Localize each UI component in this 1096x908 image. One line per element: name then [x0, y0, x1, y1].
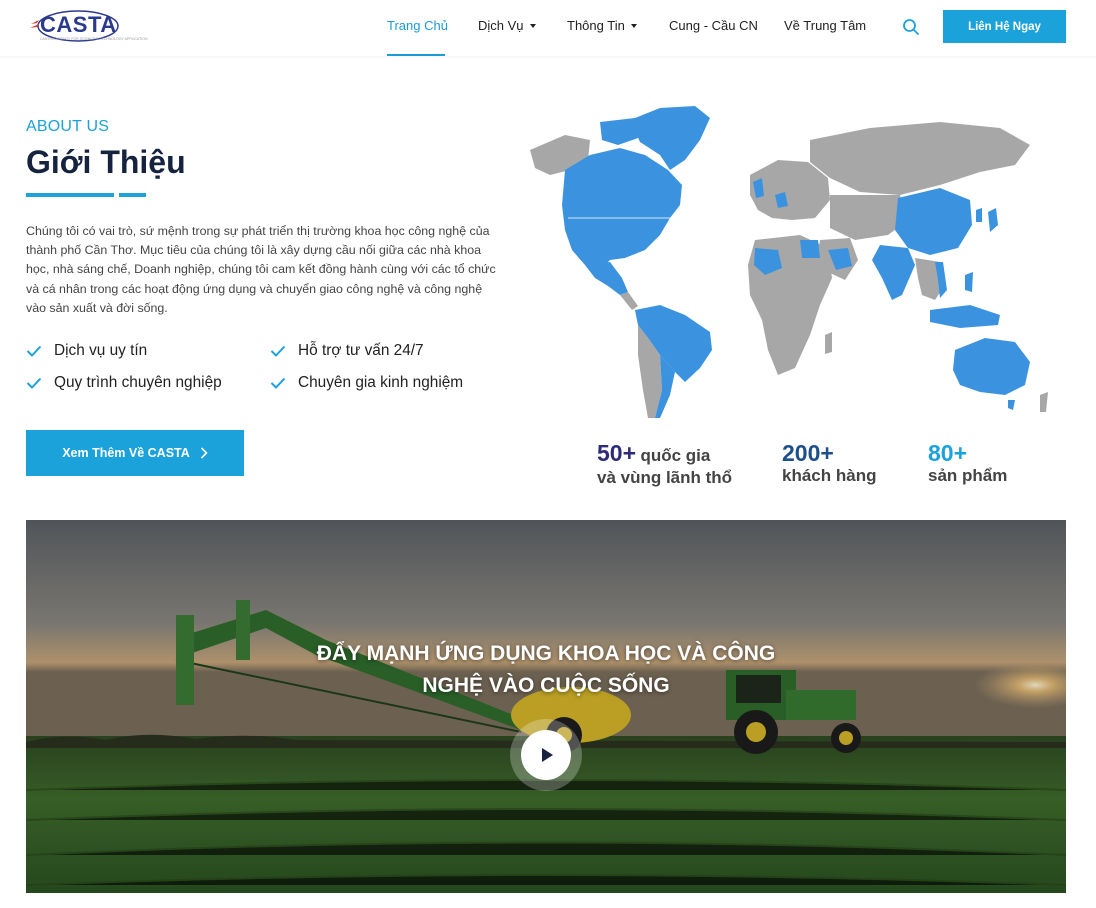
stat-countries: 50+ quốc gia và vùng lãnh thổ	[597, 441, 732, 489]
feature-item: Quy trình chuyên nghiệp	[26, 374, 222, 392]
map-central-america	[620, 292, 638, 310]
nav-supply-demand[interactable]: Cung - Cầu CN	[669, 18, 758, 33]
chevron-down-icon	[630, 23, 637, 28]
map-north-america	[562, 148, 682, 272]
title-underline-long	[26, 193, 114, 197]
chevron-down-icon	[529, 23, 536, 28]
map-india	[872, 245, 915, 300]
nav-home[interactable]: Trang Chủ	[387, 18, 448, 33]
title-underline-short	[119, 193, 146, 197]
feature-label: Dịch vụ uy tín	[54, 342, 148, 359]
check-icon	[26, 377, 42, 389]
nav-home-label: Trang Chủ	[387, 18, 448, 33]
stat-label: và vùng lãnh thổ	[597, 468, 733, 487]
map-indonesia	[930, 305, 1000, 328]
map-philippines	[965, 272, 973, 292]
map-egypt	[800, 240, 820, 258]
contact-now-button[interactable]: Liên Hệ Ngay	[943, 10, 1066, 43]
play-video-button[interactable]	[510, 719, 582, 791]
map-australia	[953, 338, 1030, 395]
map-china	[895, 188, 972, 255]
stat-label: sản phẩm	[928, 466, 1008, 485]
feature-item: Dịch vụ uy tín	[26, 342, 147, 360]
map-tasmania	[1008, 400, 1015, 410]
map-new-zealand	[1040, 392, 1048, 412]
feature-label: Quy trình chuyên nghiệp	[54, 374, 222, 391]
casta-logo[interactable]: CASTA CANTHO AGENCY FOR SCIENCE & TECHNO…	[28, 8, 148, 46]
stat-products: 80+ sản phẩm	[928, 441, 1007, 487]
play-icon	[542, 748, 553, 762]
check-icon	[26, 345, 42, 357]
stat-number: 200+	[782, 440, 834, 466]
search-icon[interactable]	[902, 18, 920, 36]
nav-services-label: Dịch Vụ	[478, 18, 524, 33]
play-button-circle	[521, 730, 571, 780]
see-more-about-button[interactable]: Xem Thêm Về CASTA	[26, 430, 244, 476]
map-mexico	[585, 262, 628, 295]
chevron-right-icon	[200, 447, 208, 459]
video-banner: ĐẨY MẠNH ỨNG DỤNG KHOA HỌC VÀ CÔNG NGHỆ …	[26, 520, 1066, 893]
stat-customers: 200+ khách hàng	[782, 441, 876, 487]
feature-label: Chuyên gia kinh nghiệm	[298, 374, 464, 391]
nav-services[interactable]: Dịch Vụ	[478, 18, 536, 33]
map-korea	[976, 208, 982, 222]
banner-title: ĐẨY MẠNH ỨNG DỤNG KHOA HỌC VÀ CÔNG NGHỆ …	[26, 638, 1066, 702]
about-description: Chúng tôi có vai trò, sứ mệnh trong sự p…	[26, 224, 496, 315]
farm-landscape-image	[26, 520, 1066, 893]
banner-title-line2: NGHỆ VÀO CUỘC SỐNG	[422, 674, 670, 697]
map-japan	[988, 208, 998, 232]
about-eyebrow: ABOUT US	[26, 118, 110, 135]
stat-number: 50+	[597, 440, 637, 466]
stat-label-inline: quốc gia	[640, 446, 711, 465]
feature-item: Hỗ trợ tư vấn 24/7	[270, 342, 424, 360]
check-icon	[270, 377, 286, 389]
stat-number: 80+	[928, 440, 968, 466]
feature-item: Chuyên gia kinh nghiệm	[270, 374, 463, 392]
banner-title-line1: ĐẨY MẠNH ỨNG DỤNG KHOA HỌC VÀ CÔNG	[316, 642, 776, 665]
map-madagascar	[825, 332, 832, 354]
nav-about-center[interactable]: Về Trung Tâm	[784, 18, 866, 33]
nav-active-underline	[387, 54, 445, 56]
about-title: Giới Thiệu	[26, 144, 186, 180]
map-arctic-islands	[600, 118, 638, 145]
check-icon	[270, 345, 286, 357]
nav-about-center-label: Về Trung Tâm	[784, 18, 867, 33]
world-map	[530, 106, 1048, 418]
stat-label: khách hàng	[782, 466, 877, 485]
nav-information-label: Thông Tin	[567, 18, 625, 33]
nav-information[interactable]: Thông Tin	[567, 18, 637, 33]
nav-supply-demand-label: Cung - Cầu CN	[669, 18, 758, 33]
site-header: CASTA CANTHO AGENCY FOR SCIENCE & TECHNO…	[0, 0, 1096, 56]
feature-label: Hỗ trợ tư vấn 24/7	[298, 342, 424, 359]
map-russia	[810, 122, 1030, 195]
see-more-label: Xem Thêm Về CASTA	[62, 446, 190, 460]
logo-text: CASTA	[40, 12, 117, 37]
logo-tagline: CANTHO AGENCY FOR SCIENCE & TECHNOLOGY A…	[40, 37, 148, 41]
